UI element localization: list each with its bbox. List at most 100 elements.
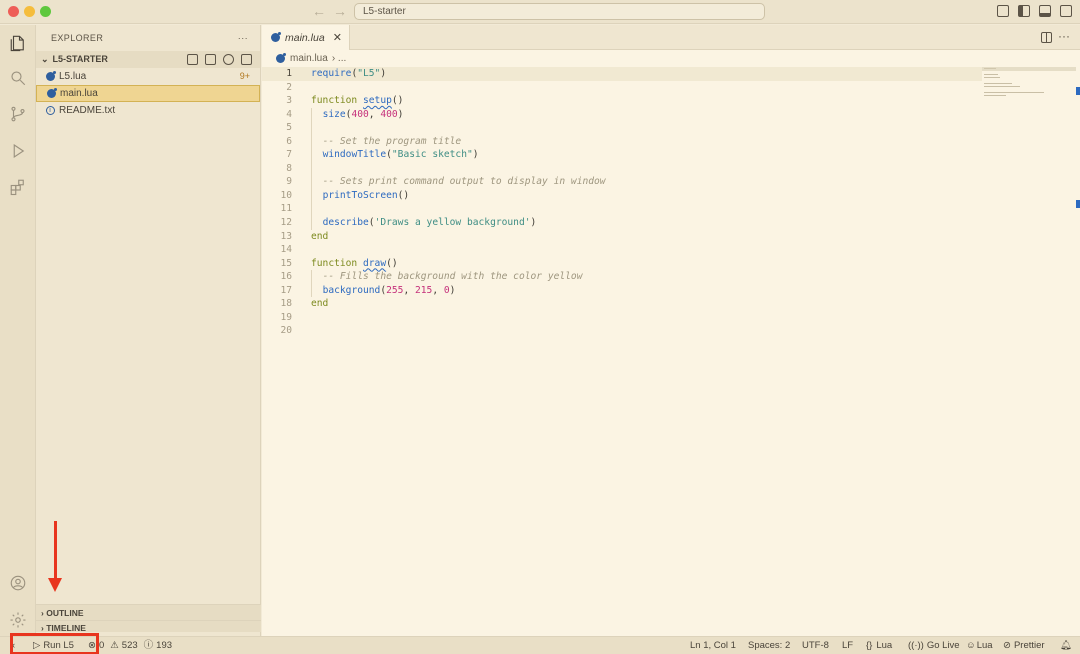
explorer-title: EXPLORER xyxy=(51,33,104,43)
line-number: 11 xyxy=(280,203,292,215)
split-editor-icon[interactable] xyxy=(1041,32,1052,43)
language-mode[interactable]: {} Lua xyxy=(866,637,892,654)
prettier-status[interactable]: ⊘ Prettier xyxy=(1003,637,1045,654)
code-line: 2 xyxy=(262,81,982,95)
explorer-sidebar: EXPLORER ··· ⌄ L5-STARTER L5.lua 9+ main… xyxy=(36,25,261,636)
line-number: 1 xyxy=(286,68,292,79)
breadcrumb: main.lua › ... xyxy=(262,50,1080,67)
scrollbar-marker xyxy=(1076,200,1080,208)
info-count: 193 xyxy=(156,640,173,651)
explorer-more-icon[interactable]: ··· xyxy=(238,25,248,51)
code-editor[interactable]: 1 require("L5") 2 3 function setup() 4 siz… xyxy=(262,67,982,338)
line-number: 9 xyxy=(286,176,292,188)
bell-icon[interactable]: 🔔︎ xyxy=(1060,637,1072,654)
new-file-icon[interactable] xyxy=(187,54,198,65)
files-icon[interactable] xyxy=(8,33,28,53)
tab-label: main.lua xyxy=(285,31,325,44)
problems-status[interactable]: ⊗ 0 ⚠ 523 ⓘ 193 xyxy=(88,637,172,654)
timeline-section[interactable]: › TIMELINE xyxy=(36,620,261,632)
file-item-main-lua[interactable]: main.lua xyxy=(36,85,260,102)
folder-name: L5-STARTER xyxy=(52,54,108,64)
prettier-label: Prettier xyxy=(1013,640,1045,651)
extensions-icon[interactable] xyxy=(8,177,28,197)
new-folder-icon[interactable] xyxy=(205,54,216,65)
go-live-label: Go Live xyxy=(926,640,960,651)
indentation[interactable]: Spaces: 2 xyxy=(748,637,790,654)
line-number: 14 xyxy=(280,244,292,256)
line-number: 16 xyxy=(280,271,292,283)
activity-bar xyxy=(0,25,36,636)
code-line: 1 require("L5") xyxy=(262,67,982,81)
forward-arrow-icon[interactable]: → xyxy=(333,3,347,19)
cursor-position[interactable]: Ln 1, Col 1 xyxy=(690,637,736,654)
maximize-window-button[interactable] xyxy=(40,6,51,17)
customize-layout-icon[interactable] xyxy=(997,5,1009,17)
code-line: 15 function draw() xyxy=(262,257,982,271)
line-number: 13 xyxy=(280,230,292,242)
title-bar: ← → L5-starter xyxy=(0,0,1080,24)
go-live-button[interactable]: ((·)) Go Live xyxy=(908,637,960,654)
refresh-icon[interactable] xyxy=(223,54,234,65)
error-count: 0 xyxy=(98,640,105,651)
code-line: 16 -- Fills the background with the colo… xyxy=(262,270,982,284)
file-name: L5.lua xyxy=(59,71,87,82)
status-bar: ‹ ▷ Run L5 ⊗ 0 ⚠ 523 ⓘ 193 Ln 1, Col 1 S… xyxy=(0,633,1080,654)
layout-controls xyxy=(997,5,1072,17)
line-number: 18 xyxy=(280,298,292,310)
code-line: 10 printToScreen() xyxy=(262,188,982,203)
file-name: main.lua xyxy=(60,88,98,99)
line-number: 7 xyxy=(286,149,292,161)
code-line: 12 describe('Draws a yellow background') xyxy=(262,216,982,230)
tab-main-lua[interactable]: main.lua ✕ xyxy=(262,25,350,50)
outline-section[interactable]: › OUTLINE xyxy=(36,604,261,620)
code-line: 13 end xyxy=(262,230,982,244)
toggle-primary-sidebar-icon[interactable] xyxy=(1018,5,1030,17)
minimize-window-button[interactable] xyxy=(24,6,35,17)
collapse-all-icon[interactable] xyxy=(241,54,252,65)
lua-file-icon xyxy=(45,71,56,82)
code-line: 6 -- Set the program title xyxy=(262,134,982,149)
breadcrumb-file[interactable]: main.lua xyxy=(290,50,328,67)
close-icon[interactable]: ✕ xyxy=(333,31,342,44)
code-line: 11 xyxy=(262,202,982,217)
encoding[interactable]: UTF-8 xyxy=(802,637,829,654)
warning-count: 523 xyxy=(121,640,138,651)
gear-icon[interactable] xyxy=(8,610,28,630)
breadcrumb-symbols[interactable]: › ... xyxy=(332,50,346,67)
chevron-right-icon: › xyxy=(41,623,44,632)
toggle-panel-icon[interactable] xyxy=(1039,5,1051,17)
chevron-right-icon: › xyxy=(41,608,44,618)
broadcast-icon: ((·)) xyxy=(908,640,924,651)
lua-file-icon xyxy=(46,88,57,99)
warning-icon: ⚠ xyxy=(110,640,119,651)
line-number: 12 xyxy=(280,217,292,229)
line-number: 20 xyxy=(280,325,292,337)
more-actions-icon[interactable]: ··· xyxy=(1058,29,1070,43)
info-icon: ⓘ xyxy=(143,640,154,651)
toggle-secondary-sidebar-icon[interactable] xyxy=(1060,5,1072,17)
end-of-line[interactable]: LF xyxy=(842,637,853,654)
account-icon[interactable] xyxy=(8,573,28,593)
code-line: 3 function setup() xyxy=(262,94,982,108)
lua-extension-status[interactable]: ☺ Lua xyxy=(966,637,993,654)
smiley-icon: ☺ xyxy=(966,640,976,651)
file-item-readme[interactable]: i README.txt xyxy=(36,102,260,119)
highlight-box xyxy=(10,633,99,654)
line-number: 17 xyxy=(280,284,292,296)
line-number: 19 xyxy=(280,311,292,323)
line-number: 2 xyxy=(286,81,292,93)
file-item-l5-lua[interactable]: L5.lua 9+ xyxy=(36,68,260,85)
search-icon[interactable] xyxy=(8,68,28,88)
folder-header[interactable]: ⌄ L5-STARTER xyxy=(36,51,260,68)
close-window-button[interactable] xyxy=(8,6,19,17)
code-line: 14 xyxy=(262,243,982,257)
file-name: README.txt xyxy=(59,105,116,116)
line-number: 6 xyxy=(286,135,292,147)
source-control-icon[interactable] xyxy=(8,104,28,124)
code-line: 18 end xyxy=(262,297,982,311)
back-arrow-icon[interactable]: ← xyxy=(312,3,326,19)
run-debug-icon[interactable] xyxy=(8,141,28,161)
info-file-icon: i xyxy=(45,106,55,116)
command-center[interactable]: L5-starter xyxy=(354,3,765,20)
minimap[interactable] xyxy=(982,67,1076,98)
